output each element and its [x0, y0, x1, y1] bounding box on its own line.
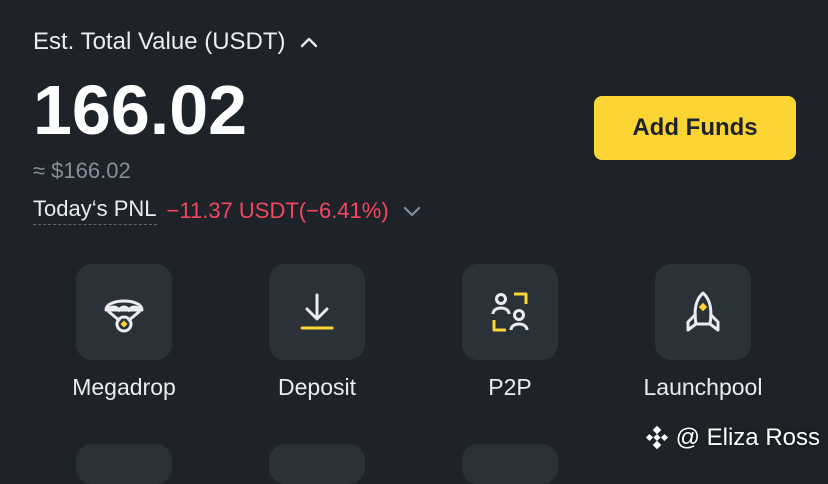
est-total-value-label: Est. Total Value (USDT) — [33, 28, 286, 55]
approx-fiat-value: ≈ $166.02 — [33, 158, 131, 183]
rocket-icon — [686, 291, 720, 332]
partial-tile[interactable] — [76, 444, 172, 484]
binance-logo-icon — [645, 425, 668, 450]
pnl-value: −11.37 USDT(−6.41%) — [166, 197, 389, 223]
add-funds-button[interactable]: Add Funds — [594, 96, 796, 160]
p2p-action[interactable]: P2P — [420, 264, 600, 401]
action-label: Launchpool — [643, 374, 763, 400]
p2p-users-icon — [491, 292, 529, 332]
action-label: P2P — [488, 374, 532, 400]
p2p-tile[interactable] — [462, 264, 558, 360]
pnl-row[interactable]: Today‘s PNL −11.37 USDT(−6.41%) — [33, 196, 421, 225]
launchpool-action[interactable]: Launchpool — [613, 264, 793, 401]
megadrop-tile[interactable] — [76, 264, 172, 360]
deposit-action[interactable]: Deposit — [227, 264, 407, 401]
chevron-down-icon[interactable] — [403, 202, 421, 220]
chevron-up-icon[interactable] — [300, 33, 318, 51]
partial-tile[interactable] — [462, 444, 558, 484]
watermark: @ Eliza Ross — [644, 424, 820, 452]
action-label: Deposit — [278, 374, 356, 400]
deposit-tile[interactable] — [269, 264, 365, 360]
download-icon — [300, 293, 334, 330]
watermark-text: @ Eliza Ross — [675, 424, 820, 451]
action-label: Megadrop — [72, 374, 176, 400]
parachute-icon — [104, 299, 144, 333]
partial-tile[interactable] — [269, 444, 365, 484]
pnl-label[interactable]: Today‘s PNL — [33, 196, 157, 225]
est-total-value-row[interactable]: Est. Total Value (USDT) — [33, 28, 318, 56]
launchpool-tile[interactable] — [655, 264, 751, 360]
megadrop-action[interactable]: Megadrop — [34, 264, 214, 401]
total-value: 166.02 — [33, 71, 248, 149]
